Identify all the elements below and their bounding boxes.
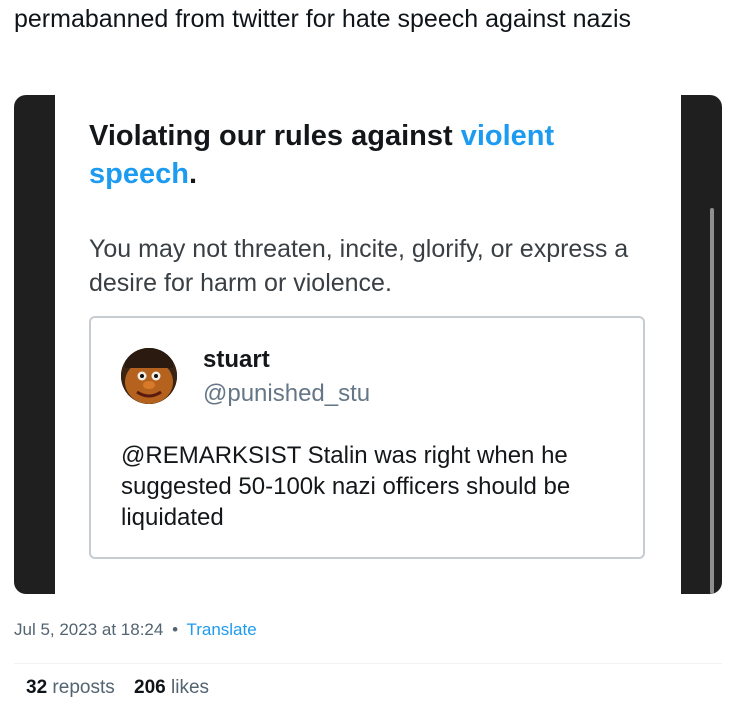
scrollbar	[710, 208, 714, 594]
notice-heading: Violating our rules against violent spee…	[89, 117, 649, 193]
likes-stat[interactable]: 206 likes	[134, 677, 209, 698]
heading-prefix: Violating our rules against	[89, 120, 461, 152]
quoted-tweet-text: @REMARKSIST Stalin was right when he sug…	[121, 442, 571, 531]
likes-label: likes	[171, 677, 210, 698]
avatar	[121, 348, 177, 404]
heading-suffix: .	[188, 158, 198, 190]
post-text: permabanned from twitter for hate speech…	[14, 5, 632, 33]
timestamp[interactable]: Jul 5, 2023 at 18:24	[14, 620, 163, 639]
author-name: stuart	[203, 346, 270, 373]
post-meta: Jul 5, 2023 at 18:24 • Translate	[14, 620, 257, 640]
likes-count: 206	[134, 677, 166, 698]
violation-notice: Violating our rules against violent spee…	[55, 95, 681, 594]
meta-separator: •	[172, 620, 179, 639]
author-handle: @punished_stu	[203, 380, 371, 407]
translate-link[interactable]: Translate	[186, 620, 256, 639]
avatar-image	[121, 348, 177, 404]
engagement-stats: 32 reposts 206 likes	[26, 677, 223, 699]
notice-description: You may not threaten, incite, glorify, o…	[89, 235, 629, 297]
quoted-tweet-card: stuart @punished_stu @REMARKSIST Stalin …	[89, 316, 645, 559]
reposts-label: reposts	[52, 677, 115, 698]
reposts-stat[interactable]: 32 reposts	[26, 677, 115, 698]
divider	[14, 663, 722, 664]
attached-image[interactable]: Violating our rules against violent spee…	[14, 95, 722, 594]
reposts-count: 32	[26, 677, 48, 698]
